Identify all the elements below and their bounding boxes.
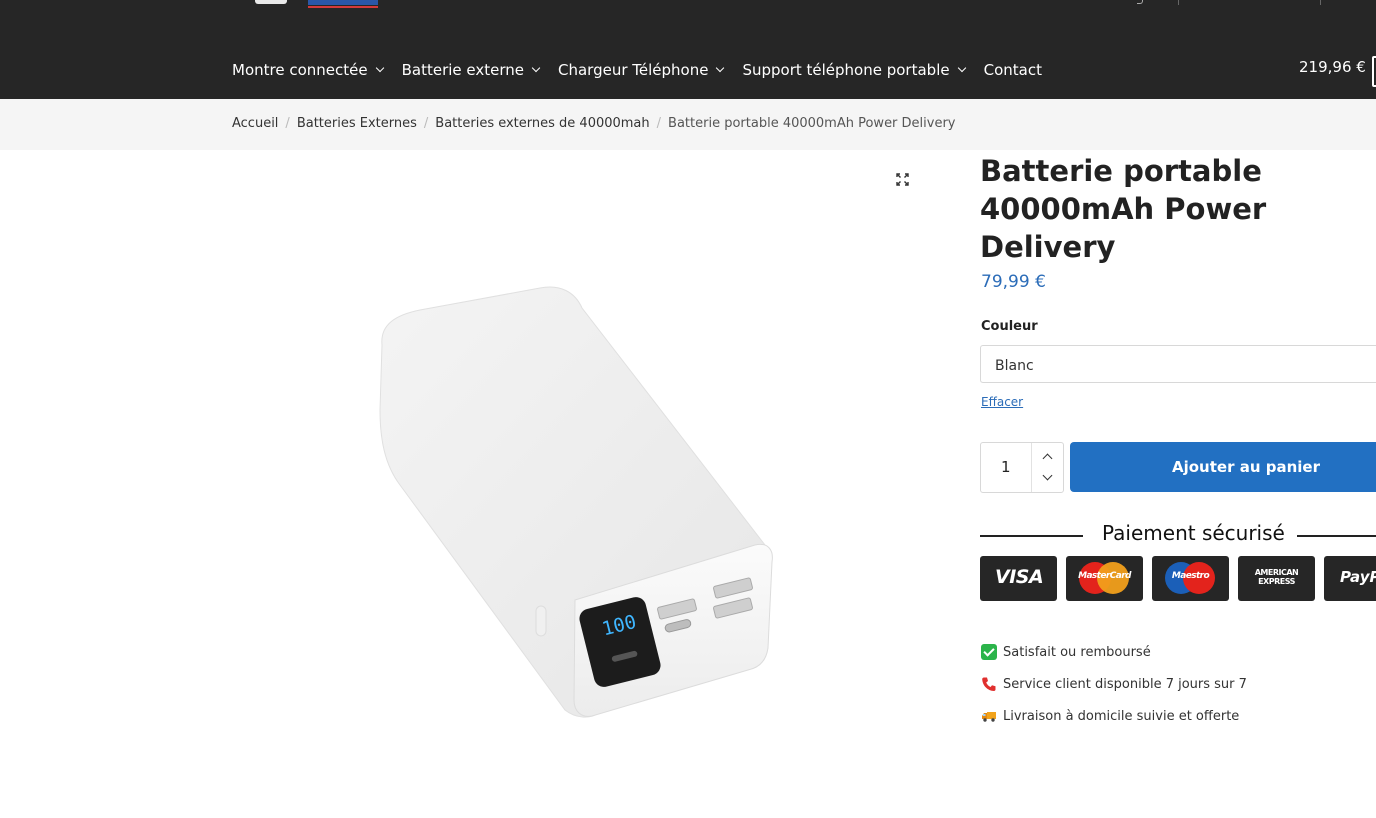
breadcrumb-separator: /	[285, 116, 290, 131]
nav-item-label: Montre connectée	[232, 61, 368, 79]
clear-selection-link[interactable]: Effacer	[981, 395, 1023, 409]
breadcrumb-separator: /	[656, 116, 662, 131]
nav-item-label: Support téléphone portable	[742, 61, 950, 79]
chevron-down-icon	[716, 63, 725, 73]
search-icon[interactable]	[1137, 0, 1143, 4]
quantity-divider	[1031, 443, 1032, 492]
product-image[interactable]: 100	[360, 270, 790, 730]
amex-icon: AMERICAN EXPRESS	[1238, 556, 1315, 601]
divider	[980, 535, 1083, 537]
main-navigation: Montre connectée Batterie externe Charge…	[232, 56, 1061, 84]
header-divider	[1320, 0, 1321, 5]
site-header: Montre connectée Batterie externe Charge…	[0, 0, 1376, 99]
secure-payment-title: Paiement sécurisé	[1102, 521, 1285, 545]
breadcrumb-current: Batterie portable 40000mAh Power Deliver…	[668, 116, 956, 131]
mastercard-icon: MasterCard	[1066, 556, 1143, 601]
phone-icon	[982, 677, 996, 691]
feature-text: Service client disponible 7 jours sur 7	[1003, 676, 1247, 692]
breadcrumb: Accueil / Batteries Externes / Batteries…	[232, 116, 956, 131]
cart-icon[interactable]	[1372, 56, 1376, 87]
chevron-down-icon	[375, 63, 384, 73]
quantity-stepper[interactable]: 1	[980, 442, 1064, 493]
feature-delivery: Livraison à domicile suivie et offerte	[981, 708, 1239, 724]
divider	[1297, 535, 1376, 537]
nav-item-batterie-externe[interactable]: Batterie externe	[401, 61, 541, 79]
fullscreen-zoom-icon[interactable]	[896, 173, 909, 186]
nav-item-contact[interactable]: Contact	[984, 61, 1042, 79]
add-to-cart-label: Ajouter au panier	[1172, 458, 1320, 476]
color-select-value: Blanc	[995, 358, 1034, 374]
chevron-down-icon	[531, 63, 541, 73]
truck-icon	[982, 712, 996, 722]
breadcrumb-link-accueil[interactable]: Accueil	[232, 116, 278, 131]
chevron-down-icon	[957, 63, 966, 73]
quantity-value[interactable]: 1	[1001, 458, 1011, 476]
breadcrumb-link-batteries-externes[interactable]: Batteries Externes	[297, 116, 417, 131]
paypal-icon: PayPal	[1324, 556, 1376, 601]
color-label: Couleur	[981, 319, 1038, 334]
feature-text: Livraison à domicile suivie et offerte	[1003, 708, 1240, 724]
color-select[interactable]: Blanc	[980, 345, 1376, 383]
product-title: Batterie portable 40000mAh Power Deliver…	[980, 154, 1267, 264]
product-price: 79,99 €	[981, 272, 1046, 292]
feature-customer-service: Service client disponible 7 jours sur 7	[981, 676, 1247, 692]
nav-item-chargeur-telephone[interactable]: Chargeur Téléphone	[558, 61, 725, 79]
chevron-up-icon[interactable]	[1036, 445, 1060, 469]
visa-card-icon: VISA	[980, 556, 1057, 601]
nav-item-label: Chargeur Téléphone	[558, 61, 709, 79]
site-logo[interactable]	[255, 0, 380, 9]
cart-total[interactable]: 219,96 €	[1299, 58, 1366, 76]
header-divider	[1178, 0, 1179, 5]
breadcrumb-link-40000mah[interactable]: Batteries externes de 40000mah	[435, 116, 649, 131]
nav-item-montre-connectee[interactable]: Montre connectée	[232, 61, 384, 79]
maestro-icon: Maestro	[1152, 556, 1229, 601]
check-icon	[981, 644, 997, 660]
add-to-cart-button[interactable]: Ajouter au panier	[1070, 442, 1376, 492]
nav-item-label: Batterie externe	[401, 61, 524, 79]
feature-text: Satisfait ou remboursé	[1003, 644, 1151, 660]
breadcrumb-separator: /	[423, 116, 429, 131]
chevron-down-icon[interactable]	[1036, 467, 1060, 491]
nav-item-label: Contact	[983, 61, 1042, 79]
nav-item-support-telephone[interactable]: Support téléphone portable	[742, 61, 966, 79]
feature-satisfaction: Satisfait ou remboursé	[981, 644, 1151, 660]
